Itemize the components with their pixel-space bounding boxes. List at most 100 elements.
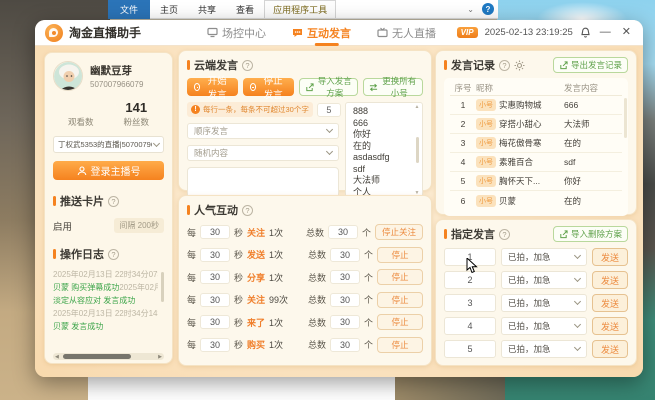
- menu-app-tools[interactable]: 应用程序工具: [264, 0, 337, 18]
- log-vertical-scrollbar[interactable]: [161, 272, 164, 302]
- interval-input[interactable]: [200, 315, 231, 330]
- stop-button[interactable]: 停止: [377, 269, 423, 286]
- designated-option-select[interactable]: 已拍，加急: [501, 271, 587, 289]
- designated-option-select[interactable]: 已拍，加急: [501, 317, 587, 335]
- record-content: 666: [564, 100, 579, 110]
- scroll-right-icon[interactable]: ▶: [158, 354, 162, 360]
- send-button[interactable]: 发送: [592, 294, 628, 312]
- import-speech-plan-button[interactable]: 导入发言方案: [298, 76, 359, 98]
- record-row: 5 小号 胸怀天下... 你好: [450, 172, 622, 191]
- interval-input[interactable]: [200, 270, 231, 285]
- message-item[interactable]: 在的: [353, 141, 412, 153]
- close-button[interactable]: ✕: [620, 27, 633, 38]
- minimize-button[interactable]: —: [598, 27, 613, 38]
- col-nickname: 昵称: [476, 82, 494, 93]
- records-scrollbar[interactable]: [624, 98, 627, 138]
- designated-option-select[interactable]: 已拍，加急: [501, 248, 587, 266]
- fans-count-label: 粉丝数: [123, 117, 149, 127]
- start-speech-button[interactable]: 开始发言: [187, 76, 238, 101]
- start-speech-label: 开始发言: [207, 76, 227, 101]
- total-input[interactable]: [329, 270, 360, 285]
- action-label: 购买: [247, 340, 266, 351]
- explorer-help-icon[interactable]: ?: [482, 3, 494, 15]
- stop-speech-button[interactable]: 停止发言: [242, 76, 294, 101]
- message-item[interactable]: 888: [353, 106, 412, 118]
- send-button[interactable]: 发送: [592, 340, 628, 358]
- message-preview-list[interactable]: 888 666 你好 在的 asdasdfg sdf 大法师 个人 ▲ ▼: [345, 102, 423, 198]
- room-select[interactable]: 丁权武5353的直播|507007966079: [53, 136, 164, 153]
- import-delete-plan-label: 导入删除方案: [570, 229, 622, 239]
- total-input[interactable]: [329, 337, 360, 352]
- unit-label: 个: [363, 340, 373, 351]
- message-item[interactable]: sdf: [353, 164, 412, 176]
- tab-interactive-speech[interactable]: 互动发言: [292, 20, 351, 46]
- account-badge: 小号: [476, 99, 496, 111]
- designated-index-input[interactable]: [444, 317, 496, 335]
- import-delete-plan-button[interactable]: 导入删除方案: [552, 226, 628, 242]
- stop-button[interactable]: 停止关注: [374, 224, 423, 241]
- stop-button[interactable]: 停止: [377, 336, 423, 353]
- message-item[interactable]: 666: [353, 118, 412, 130]
- popularity-row: 每 秒 分享 1次 总数 个 停止: [187, 269, 423, 286]
- records-table: 序号 昵称 发言内容 1 小号 实惠购物城 666 2 小号 穿搭小甜心 大法师…: [444, 78, 628, 216]
- bell-icon[interactable]: [580, 27, 591, 39]
- total-label: 总数: [307, 250, 326, 261]
- switch-all-accounts-button[interactable]: 更换所有小号: [363, 76, 423, 98]
- tab-label: 互动发言: [307, 27, 352, 40]
- help-icon[interactable]: ?: [499, 59, 510, 71]
- send-button[interactable]: 发送: [592, 271, 628, 289]
- scrollbar-thumb[interactable]: [63, 354, 131, 359]
- content-mode-value: 随机内容: [194, 148, 229, 158]
- menu-file[interactable]: 文件: [108, 0, 151, 19]
- action-label: 分享: [247, 272, 266, 283]
- message-item[interactable]: 大法师: [353, 175, 412, 187]
- help-icon[interactable]: ?: [242, 204, 253, 216]
- send-button[interactable]: 发送: [592, 248, 628, 266]
- total-input[interactable]: [327, 225, 358, 240]
- designated-option-select[interactable]: 已拍，加急: [501, 294, 587, 312]
- speech-count-input[interactable]: [316, 102, 341, 117]
- interval-input[interactable]: [200, 247, 231, 262]
- avatar: [53, 61, 83, 91]
- menu-view[interactable]: 查看: [226, 3, 264, 16]
- order-mode-select[interactable]: 顺序发言: [187, 123, 339, 139]
- interval-input[interactable]: [200, 225, 231, 240]
- total-input[interactable]: [329, 292, 360, 307]
- message-item[interactable]: asdasdfg: [353, 152, 412, 164]
- tab-scene-control[interactable]: 场控中心: [207, 20, 266, 46]
- help-icon[interactable]: ?: [242, 59, 253, 71]
- scrollbar-thumb[interactable]: [415, 137, 419, 163]
- stop-button[interactable]: 停止: [377, 246, 423, 263]
- gear-icon[interactable]: [514, 60, 525, 71]
- log-horizontal-scrollbar[interactable]: ◀ ▶: [53, 353, 164, 360]
- push-enable-label[interactable]: 启用: [53, 219, 72, 233]
- login-anchor-button[interactable]: 登录主播号: [53, 161, 164, 180]
- popularity-row: 每 秒 关注 1次 总数 个 停止关注: [187, 224, 423, 241]
- stop-button[interactable]: 停止: [377, 291, 423, 308]
- stop-button[interactable]: 停止: [377, 314, 423, 331]
- scroll-up-icon[interactable]: ▲: [415, 104, 420, 110]
- ribbon-collapse-icon[interactable]: ⌄: [467, 5, 474, 14]
- designated-option-select[interactable]: 已拍，加急: [501, 340, 587, 358]
- content-mode-select[interactable]: 随机内容: [187, 145, 339, 161]
- scroll-left-icon[interactable]: ◀: [55, 354, 59, 360]
- list-scrollbar[interactable]: ▲ ▼: [413, 104, 421, 196]
- send-button[interactable]: 发送: [592, 317, 628, 335]
- designated-index-input[interactable]: [444, 340, 496, 358]
- designated-title: 指定发言: [451, 229, 495, 241]
- total-input[interactable]: [329, 315, 360, 330]
- total-input[interactable]: [329, 247, 360, 262]
- tab-unmanned-live[interactable]: 无人直播: [377, 20, 436, 46]
- menu-home[interactable]: 主页: [150, 3, 188, 16]
- designated-index-input[interactable]: [444, 294, 496, 312]
- help-icon[interactable]: ?: [108, 248, 119, 260]
- help-icon[interactable]: ?: [499, 228, 510, 240]
- message-item[interactable]: 你好: [353, 129, 412, 141]
- export-records-button[interactable]: 导出发言记录: [552, 57, 628, 73]
- interval-input[interactable]: [200, 292, 231, 307]
- interval-input[interactable]: [200, 337, 231, 352]
- record-row: 6 小号 贝蒙 在的: [450, 191, 622, 210]
- menu-share[interactable]: 共享: [188, 3, 226, 16]
- operation-log-list[interactable]: 2025年02月13日 22时34分07秒贝蒙 购买弹幕成功2025年02月13…: [53, 268, 164, 350]
- help-icon[interactable]: ?: [108, 195, 119, 207]
